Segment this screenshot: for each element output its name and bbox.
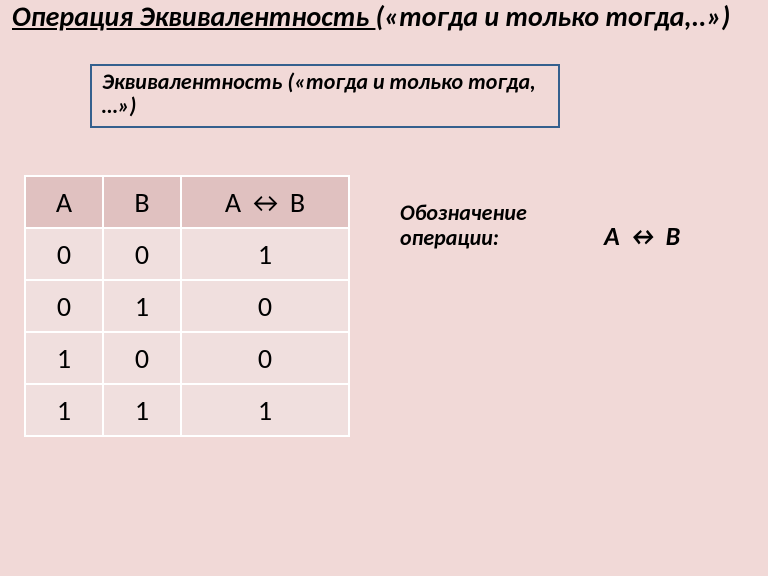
cell-result: 1 bbox=[181, 384, 349, 436]
cell-a: 0 bbox=[25, 228, 103, 280]
table-header-row: A B A ↔ B bbox=[25, 176, 349, 228]
cell-result: 0 bbox=[181, 332, 349, 384]
cell-result: 0 bbox=[181, 280, 349, 332]
cell-a: 0 bbox=[25, 280, 103, 332]
cell-b: 0 bbox=[103, 228, 181, 280]
header-b: B bbox=[103, 176, 181, 228]
header-result: A ↔ B bbox=[181, 176, 349, 228]
table-row: 0 1 0 bbox=[25, 280, 349, 332]
cell-b: 0 bbox=[103, 332, 181, 384]
definition-callout: Эквивалентность («тогда и только тогда, … bbox=[90, 64, 560, 128]
notation-label: Обозначение операции: bbox=[400, 200, 590, 251]
header-a: A bbox=[25, 176, 103, 228]
truth-table-wrap: A B A ↔ B 0 0 1 0 1 0 1 0 0 1 1 bbox=[24, 175, 350, 437]
table-row: 1 1 1 bbox=[25, 384, 349, 436]
title-rest: («тогда и только тогда,..») bbox=[375, 0, 730, 34]
notation-value: A ↔ B bbox=[604, 220, 680, 252]
table-row: 1 0 0 bbox=[25, 332, 349, 384]
cell-result: 1 bbox=[181, 228, 349, 280]
page-title: Операция Эквивалентность («тогда и тольк… bbox=[12, 2, 732, 31]
cell-b: 1 bbox=[103, 384, 181, 436]
slide: Операция Эквивалентность («тогда и тольк… bbox=[0, 0, 768, 576]
truth-table: A B A ↔ B 0 0 1 0 1 0 1 0 0 1 1 bbox=[24, 175, 350, 437]
cell-a: 1 bbox=[25, 384, 103, 436]
cell-b: 1 bbox=[103, 280, 181, 332]
cell-a: 1 bbox=[25, 332, 103, 384]
table-row: 0 0 1 bbox=[25, 228, 349, 280]
title-underlined: Операция Эквивалентность bbox=[12, 0, 375, 34]
definition-text: Эквивалентность («тогда и только тогда, … bbox=[102, 70, 548, 118]
